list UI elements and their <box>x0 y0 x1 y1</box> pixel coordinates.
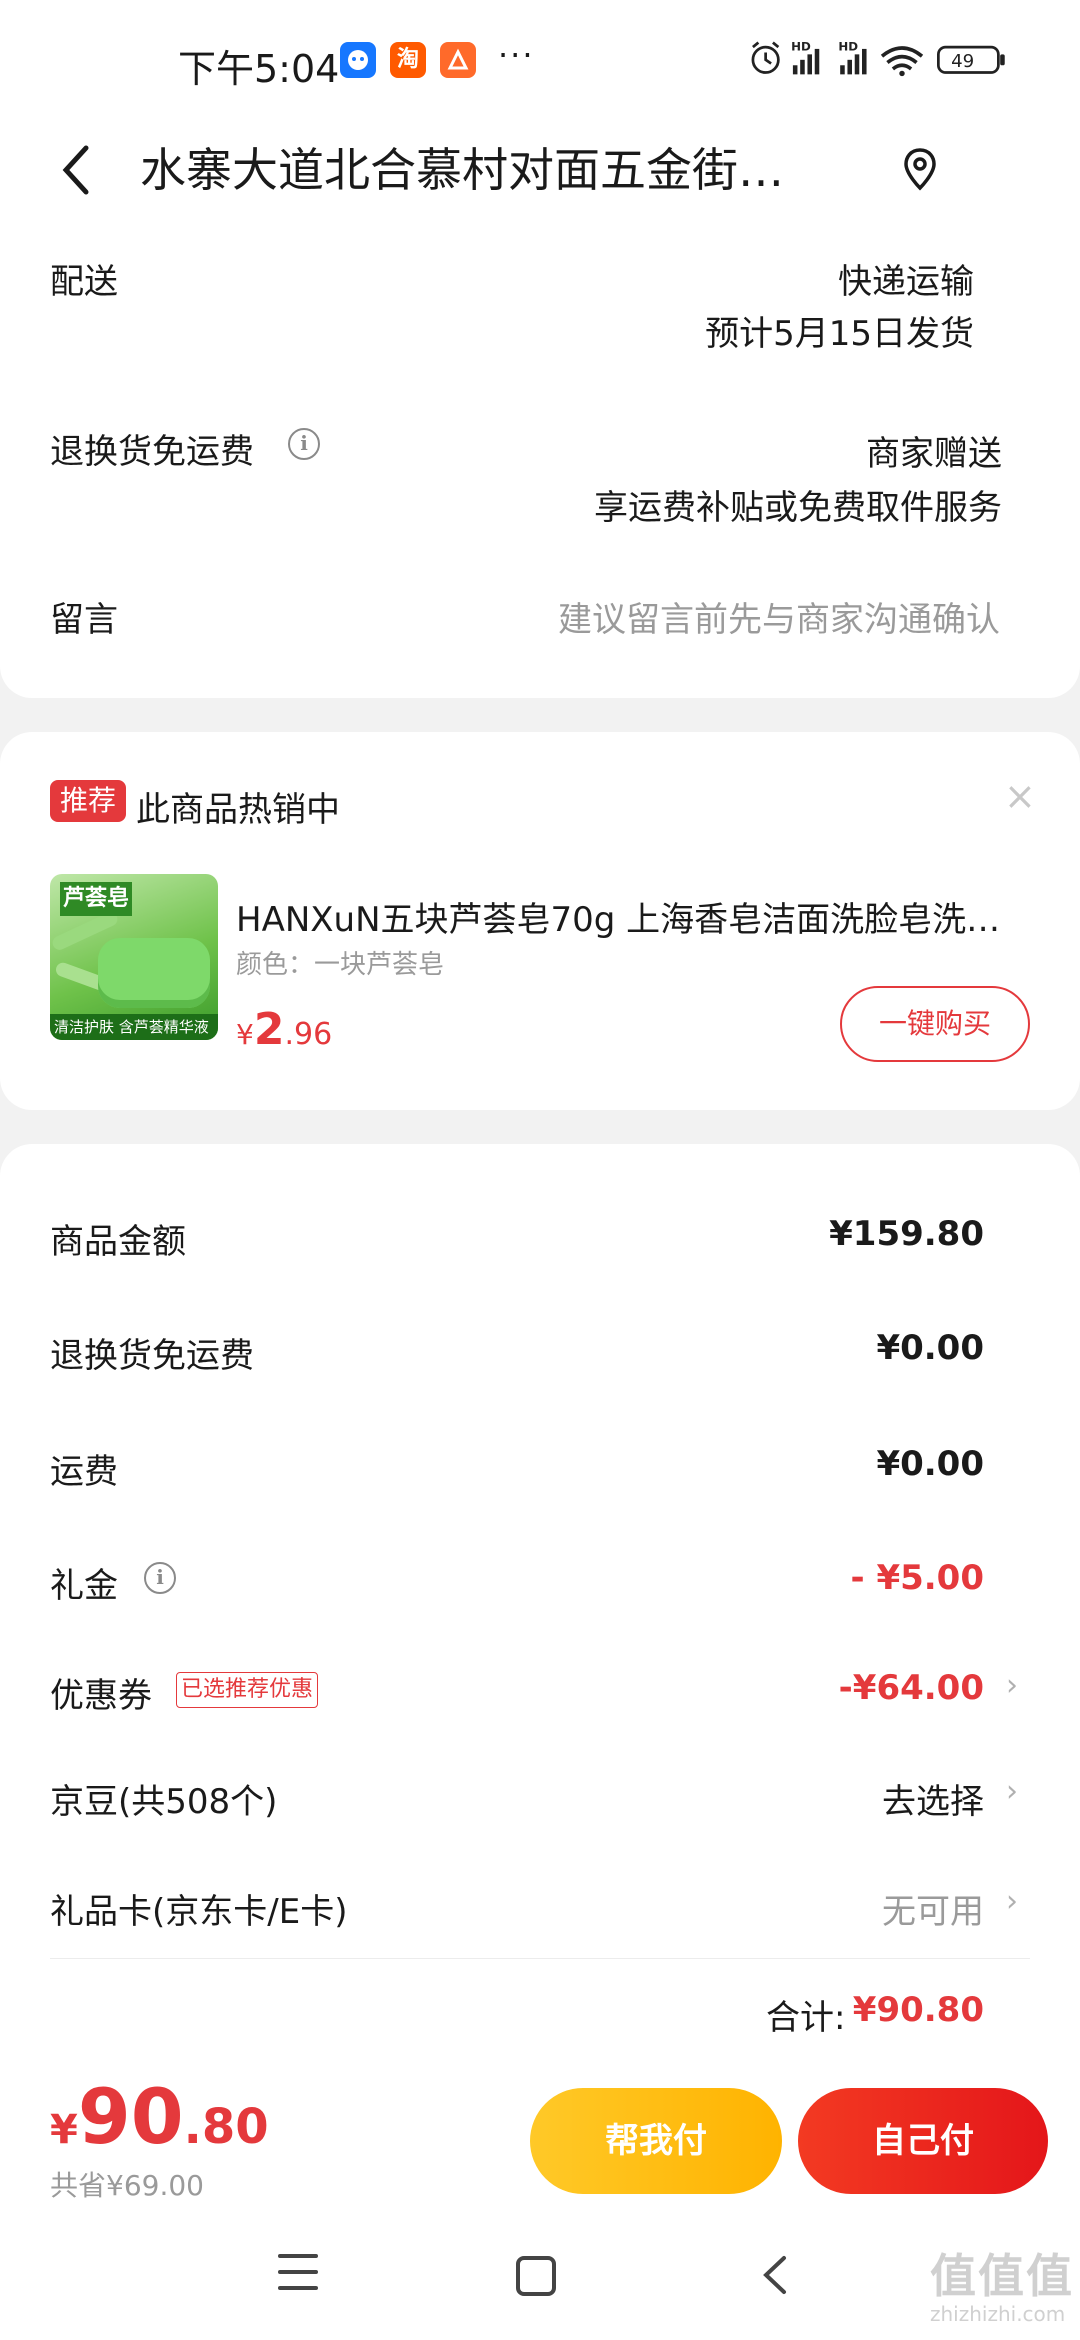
location-pin-icon[interactable] <box>898 144 942 196</box>
divider <box>50 1958 1030 1959</box>
summary-row-label: 礼金 <box>50 1566 118 1606</box>
svg-text:49: 49 <box>951 51 974 72</box>
summary-row-label: 商品金额 <box>50 1222 186 1262</box>
watermark-url: zhizhizhi.com <box>930 2302 1066 2326</box>
jingdou-select[interactable]: 去选择 <box>882 1774 984 1823</box>
taobao-icon: 淘 <box>390 42 426 78</box>
help-pay-button[interactable]: 帮我付 <box>530 2088 782 2194</box>
thumb-box-text: 芦荟皂 <box>60 882 132 916</box>
gift-card-value[interactable]: 无可用 <box>882 1884 984 1933</box>
chevron-left-icon[interactable] <box>52 130 112 210</box>
gift-money-value: - ¥5.00 <box>850 1558 985 1598</box>
signal-icon: HD HD <box>791 40 867 75</box>
watermark-logo: 值值值 <box>930 2249 1074 2303</box>
saved-amount: 共省¥69.00 <box>50 2169 204 2202</box>
delivery-label: 配送 <box>50 262 118 302</box>
product-price: ¥2.96 <box>236 1004 333 1055</box>
note-label: 留言 <box>50 600 118 640</box>
address-title[interactable]: 水寨大道北合慕村对面五金街… <box>140 130 784 210</box>
more-notifications-icon: ··· <box>498 36 535 74</box>
self-pay-button[interactable]: 自己付 <box>798 2088 1048 2194</box>
home-icon[interactable] <box>516 2256 556 2296</box>
summary-row-label: 退换货免运费 <box>50 1336 254 1376</box>
wifi-icon <box>880 46 924 77</box>
total-value: ¥90.80 <box>852 1990 984 2030</box>
summary-row-value: ¥0.00 <box>876 1444 984 1484</box>
coupon-tag: 已选推荐优惠 <box>176 1672 319 1708</box>
browser-app-icon <box>440 42 476 78</box>
back-icon[interactable] <box>756 2250 796 2300</box>
return-desc: 享运费补贴或免费取件服务 <box>594 488 1002 528</box>
recommend-tag: 推荐 <box>50 780 127 822</box>
one-click-buy-button[interactable]: 一键购买 <box>840 986 1030 1062</box>
product-thumbnail[interactable]: 芦荟皂 清洁护肤 含芦荟精华液 <box>50 874 218 1040</box>
menu-icon[interactable] <box>278 2254 318 2290</box>
svg-text:HD: HD <box>791 40 811 54</box>
summary-row-label: 优惠券 <box>50 1676 152 1716</box>
status-time: 下午5:04 <box>178 47 340 91</box>
summary-row-label: 礼品卡(京东卡/E卡) <box>50 1892 348 1932</box>
close-icon[interactable]: × <box>1004 774 1036 818</box>
alarm-icon <box>751 41 780 74</box>
summary-row-label: 京豆(共508个) <box>50 1782 278 1822</box>
return-label: 退换货免运费 <box>50 432 254 472</box>
product-title[interactable]: HANXuN五块芦荟皂70g 上海香皂洁面洗脸皂洗… <box>236 892 1036 941</box>
status-indicators: HD HD 49 <box>751 40 1005 77</box>
return-value: 商家赠送 <box>866 434 1002 474</box>
summary-row-value: ¥159.80 <box>829 1214 984 1254</box>
thumb-band-text: 清洁护肤 含芦荟精华液 <box>50 1014 218 1040</box>
total-label: 合计: <box>766 1998 846 2038</box>
chevron-right-icon[interactable]: › <box>1006 1774 1018 1809</box>
recommend-headline: 此商品热销中 <box>136 790 340 830</box>
product-color: 颜色：一块芦荟皂 <box>236 950 445 980</box>
chevron-right-icon[interactable]: › <box>1006 1668 1018 1703</box>
battery-icon: 49 <box>937 45 1005 74</box>
delivery-method[interactable]: 快递运输 <box>838 254 974 303</box>
pay-amount: ¥90.80 <box>50 2072 269 2161</box>
summary-card <box>0 1144 1080 2094</box>
coupon-value[interactable]: -¥64.00 <box>839 1668 984 1708</box>
status-bar: 下午5:04 淘 ··· HD HD 49 <box>0 0 1080 120</box>
info-icon[interactable]: i <box>144 1562 176 1594</box>
summary-row-label: 运费 <box>50 1452 118 1492</box>
svg-text:HD: HD <box>838 40 858 54</box>
note-input[interactable]: 建议留言前先与商家沟通确认 <box>558 592 1000 641</box>
delivery-date: 预计5月15日发货 <box>705 314 974 354</box>
info-icon[interactable]: i <box>288 428 320 460</box>
chat-app-icon <box>340 42 376 78</box>
chevron-right-icon[interactable]: › <box>1006 1884 1018 1919</box>
summary-row-value: ¥0.00 <box>876 1328 984 1368</box>
